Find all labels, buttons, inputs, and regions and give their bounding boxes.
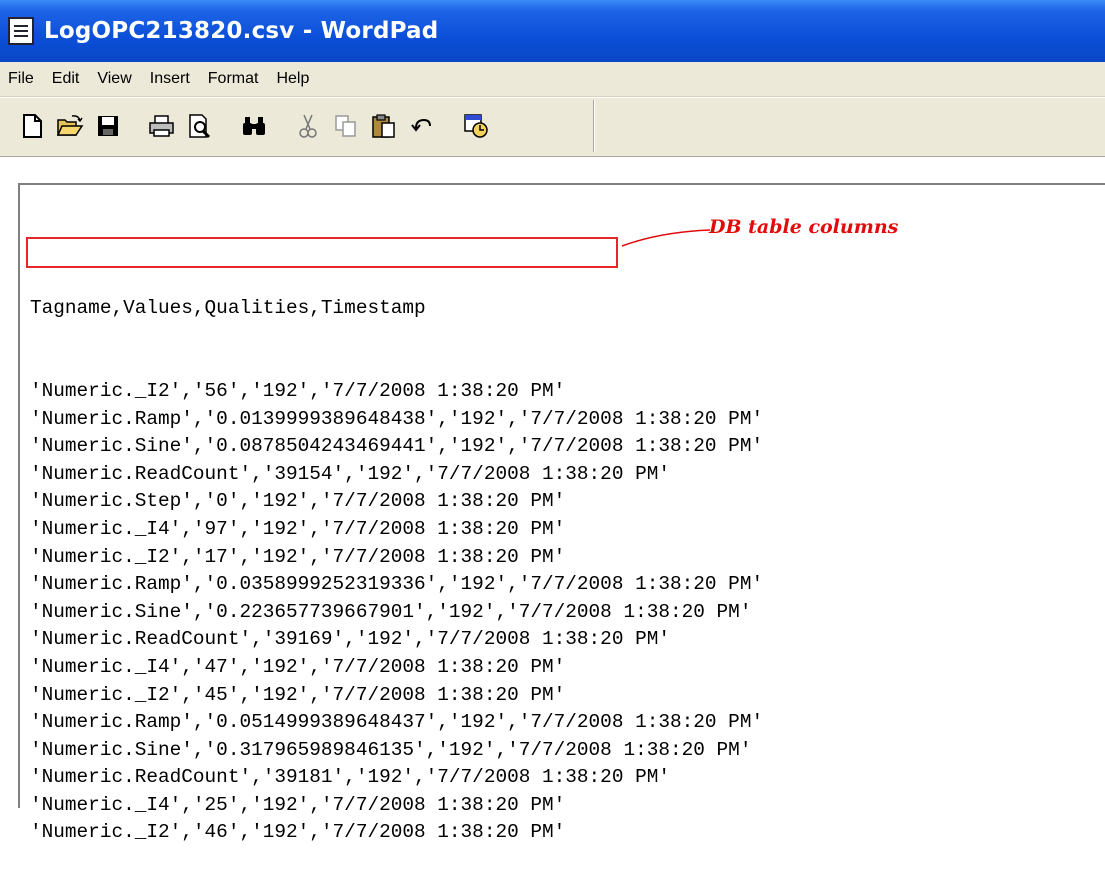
menu-view[interactable]: View	[88, 70, 140, 88]
csv-row: 'Numeric.Ramp','0.0358999252319336','192…	[30, 573, 764, 596]
editor-top-border	[18, 183, 1105, 185]
menu-format[interactable]: Format	[199, 70, 268, 88]
csv-row: 'Numeric.Sine','0.223657739667901','192'…	[30, 600, 752, 623]
csv-row: 'Numeric._I2','17','192','7/7/2008 1:38:…	[30, 545, 566, 568]
new-document-icon[interactable]	[18, 112, 46, 140]
date-time-icon[interactable]	[462, 112, 490, 140]
copy-icon[interactable]	[332, 112, 360, 140]
csv-row: 'Numeric._I2','56','192','7/7/2008 1:38:…	[30, 379, 566, 402]
menu-help[interactable]: Help	[267, 70, 318, 88]
undo-icon[interactable]	[408, 112, 436, 140]
title-bar[interactable]: LogOPC213820.csv - WordPad	[0, 0, 1105, 62]
menu-edit[interactable]: Edit	[43, 70, 89, 88]
csv-row: 'Numeric.Step','0','192','7/7/2008 1:38:…	[30, 490, 566, 513]
annotation-connector	[621, 229, 711, 247]
csv-row: 'Numeric._I2','46','192','7/7/2008 1:38:…	[30, 821, 566, 844]
csv-row: 'Numeric.ReadCount','39181','192','7/7/2…	[30, 766, 670, 789]
window-title: LogOPC213820.csv - WordPad	[44, 18, 439, 44]
save-icon[interactable]	[94, 112, 122, 140]
csv-rows: 'Numeric._I2','56','192','7/7/2008 1:38:…	[30, 378, 1100, 847]
open-folder-icon[interactable]	[56, 112, 84, 140]
csv-row: 'Numeric._I4','25','192','7/7/2008 1:38:…	[30, 793, 566, 816]
wordpad-document-icon[interactable]	[8, 17, 34, 45]
csv-row: 'Numeric.ReadCount','39169','192','7/7/2…	[30, 628, 670, 651]
editor-left-border	[18, 183, 20, 808]
annotation-label: DB table columns	[709, 216, 899, 238]
csv-row: 'Numeric.ReadCount','39154','192','7/7/2…	[30, 462, 670, 485]
csv-row: 'Numeric.Ramp','0.0514999389648437','192…	[30, 711, 764, 734]
csv-row: 'Numeric._I4','97','192','7/7/2008 1:38:…	[30, 517, 566, 540]
csv-row: 'Numeric._I2','45','192','7/7/2008 1:38:…	[30, 683, 566, 706]
header-highlight-box	[26, 237, 618, 268]
document-text[interactable]: Tagname,Values,Qualities,Timestamp 'Nume…	[30, 240, 1100, 875]
toolbar	[0, 97, 1105, 157]
csv-row: 'Numeric._I4','47','192','7/7/2008 1:38:…	[30, 655, 566, 678]
csv-header-line: Tagname,Values,Qualities,Timestamp	[30, 297, 426, 320]
cut-icon[interactable]	[294, 112, 322, 140]
csv-row: 'Numeric.Sine','0.317965989846135','192'…	[30, 738, 752, 761]
menu-file[interactable]: File	[0, 70, 43, 88]
print-preview-icon[interactable]	[186, 112, 214, 140]
paste-icon[interactable]	[370, 112, 398, 140]
find-icon[interactable]	[240, 112, 268, 140]
csv-row: 'Numeric.Sine','0.0878504243469441','192…	[30, 435, 764, 458]
print-icon[interactable]	[148, 112, 176, 140]
menu-insert[interactable]: Insert	[141, 70, 199, 88]
menu-bar: File Edit View Insert Format Help	[0, 62, 1105, 97]
csv-row: 'Numeric.Ramp','0.0139999389648438','192…	[30, 407, 764, 430]
standard-toolbar	[4, 100, 594, 152]
